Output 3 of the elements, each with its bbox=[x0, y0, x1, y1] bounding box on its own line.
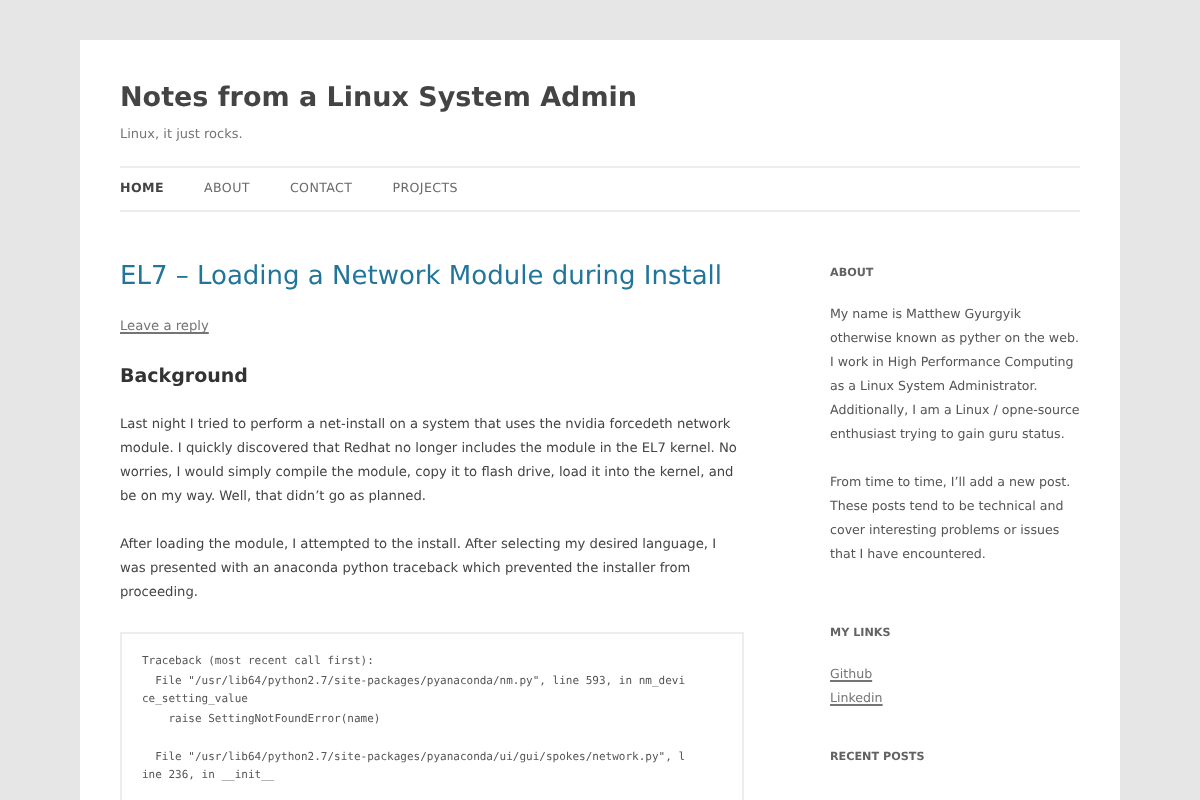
site-title[interactable]: Notes from a Linux System Admin bbox=[120, 80, 1080, 116]
post-title[interactable]: EL7 – Loading a Network Module during Install bbox=[120, 260, 744, 296]
section-heading: Background bbox=[120, 366, 250, 388]
